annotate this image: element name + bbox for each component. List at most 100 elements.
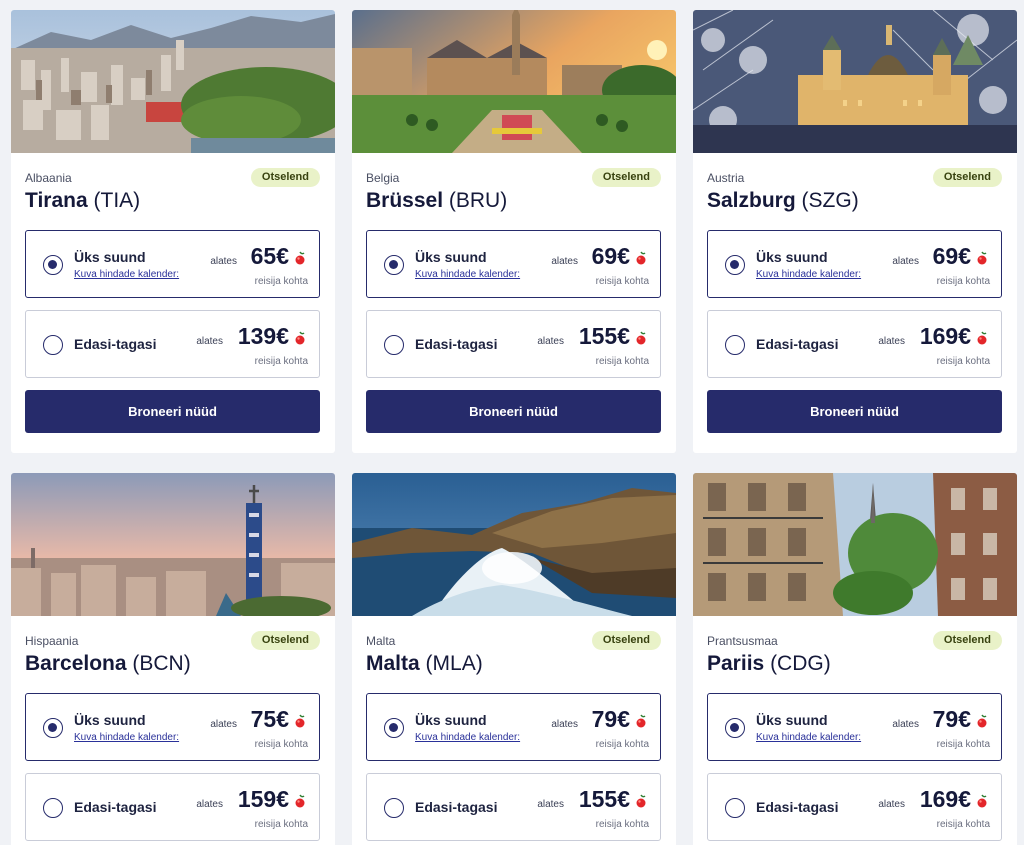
one-way-option[interactable]: Üks suund Kuva hindade kalender: alates … — [25, 693, 320, 761]
per-person-label: reisija kohta — [936, 356, 990, 367]
city-title: Brüssel (BRU) — [366, 189, 507, 213]
one-way-option[interactable]: Üks suund Kuva hindade kalender: alates … — [707, 693, 1002, 761]
book-now-button[interactable]: Broneeri nüüd — [707, 390, 1002, 433]
one-way-option[interactable]: Üks suund Kuva hindade kalender: alates … — [25, 230, 320, 298]
one-way-label: Üks suund — [74, 249, 146, 265]
cherry-icon — [636, 714, 646, 728]
radio-unselected[interactable] — [725, 335, 745, 355]
price-calendar-link[interactable]: Kuva hindade kalender: — [74, 732, 179, 743]
one-way-label: Üks suund — [415, 249, 487, 265]
round-trip-price: 155€ — [578, 323, 630, 349]
destination-photo — [352, 473, 676, 616]
airport-code: (CDG) — [770, 652, 831, 675]
round-trip-price: 159€ — [237, 786, 289, 812]
radio-selected[interactable] — [725, 255, 745, 275]
one-way-option[interactable]: Üks suund Kuva hindade kalender: alates … — [707, 230, 1002, 298]
direct-flight-badge: Otselend — [591, 168, 661, 187]
one-way-price: 75€ — [250, 706, 289, 732]
radio-unselected[interactable] — [43, 335, 63, 355]
from-label: alates — [196, 799, 223, 810]
round-trip-option[interactable]: Edasi-tagasi alates 169€ reisija kohta — [707, 310, 1002, 378]
round-trip-label: Edasi-tagasi — [756, 336, 839, 352]
per-person-label: reisija kohta — [595, 356, 649, 367]
one-way-label: Üks suund — [756, 249, 828, 265]
cherry-icon — [295, 794, 305, 808]
one-way-option[interactable]: Üks suund Kuva hindade kalender: alates … — [366, 693, 661, 761]
radio-unselected[interactable] — [43, 798, 63, 818]
round-trip-option[interactable]: Edasi-tagasi alates 159€ reisija kohta — [25, 773, 320, 841]
per-person-label: reisija kohta — [595, 739, 649, 750]
destination-card-malta: Malta Otselend Malta (MLA) Üks suund Kuv… — [352, 473, 676, 845]
cherry-icon — [977, 251, 987, 265]
per-person-label: reisija kohta — [936, 276, 990, 287]
city-title: Pariis (CDG) — [707, 652, 831, 676]
airport-code: (TIA) — [93, 189, 141, 212]
radio-selected[interactable] — [384, 255, 404, 275]
from-label: alates — [551, 256, 578, 267]
one-way-label: Üks suund — [756, 712, 828, 728]
country-label: Malta — [366, 634, 396, 648]
one-way-label: Üks suund — [415, 712, 487, 728]
city-title: Salzburg (SZG) — [707, 189, 859, 213]
city-title: Malta (MLA) — [366, 652, 483, 676]
airport-code: (MLA) — [425, 652, 483, 675]
price-calendar-link[interactable]: Kuva hindade kalender: — [415, 269, 520, 280]
round-trip-label: Edasi-tagasi — [74, 799, 157, 815]
cherry-icon — [977, 794, 987, 808]
round-trip-option[interactable]: Edasi-tagasi alates 155€ reisija kohta — [366, 310, 661, 378]
price-calendar-link[interactable]: Kuva hindade kalender: — [74, 269, 179, 280]
per-person-label: reisija kohta — [936, 819, 990, 830]
radio-selected[interactable] — [43, 255, 63, 275]
price-calendar-link[interactable]: Kuva hindade kalender: — [756, 269, 861, 280]
per-person-label: reisija kohta — [254, 356, 308, 367]
cherry-icon — [295, 714, 305, 728]
round-trip-price: 169€ — [919, 323, 971, 349]
book-now-button[interactable]: Broneeri nüüd — [366, 390, 661, 433]
city-name: Tirana — [25, 189, 88, 212]
country-label: Belgia — [366, 171, 400, 185]
radio-unselected[interactable] — [384, 335, 404, 355]
direct-flight-badge: Otselend — [591, 631, 661, 650]
round-trip-label: Edasi-tagasi — [415, 336, 498, 352]
direct-flight-badge: Otselend — [250, 168, 320, 187]
city-name: Pariis — [707, 652, 765, 675]
radio-unselected[interactable] — [725, 798, 745, 818]
city-title: Tirana (TIA) — [25, 189, 140, 213]
per-person-label: reisija kohta — [254, 819, 308, 830]
round-trip-option[interactable]: Edasi-tagasi alates 155€ reisija kohta — [366, 773, 661, 841]
one-way-price: 69€ — [591, 243, 630, 269]
per-person-label: reisija kohta — [595, 276, 649, 287]
country-label: Hispaania — [25, 634, 79, 648]
from-label: alates — [878, 336, 905, 347]
airport-code: (BCN) — [132, 652, 191, 675]
radio-unselected[interactable] — [384, 798, 404, 818]
destination-card-salzburg: Austria Otselend Salzburg (SZG) Üks suun… — [693, 10, 1017, 453]
destination-photo — [693, 10, 1017, 153]
destination-card-paris: Prantsusmaa Otselend Pariis (CDG) Üks su… — [693, 473, 1017, 845]
radio-selected[interactable] — [43, 718, 63, 738]
round-trip-option[interactable]: Edasi-tagasi alates 139€ reisija kohta — [25, 310, 320, 378]
radio-selected[interactable] — [384, 718, 404, 738]
cherry-icon — [636, 251, 646, 265]
book-now-button[interactable]: Broneeri nüüd — [25, 390, 320, 433]
price-calendar-link[interactable]: Kuva hindade kalender: — [756, 732, 861, 743]
from-label: alates — [878, 799, 905, 810]
one-way-option[interactable]: Üks suund Kuva hindade kalender: alates … — [366, 230, 661, 298]
price-calendar-link[interactable]: Kuva hindade kalender: — [415, 732, 520, 743]
airport-code: (BRU) — [448, 189, 508, 212]
destination-photo — [11, 473, 335, 616]
cherry-icon — [636, 794, 646, 808]
cherry-icon — [977, 331, 987, 345]
per-person-label: reisija kohta — [254, 739, 308, 750]
round-trip-label: Edasi-tagasi — [756, 799, 839, 815]
city-name: Brüssel — [366, 189, 444, 212]
round-trip-option[interactable]: Edasi-tagasi alates 169€ reisija kohta — [707, 773, 1002, 841]
radio-selected[interactable] — [725, 718, 745, 738]
cherry-icon — [295, 331, 305, 345]
destination-photo — [693, 473, 1017, 616]
destination-photo — [352, 10, 676, 153]
from-label: alates — [537, 799, 564, 810]
from-label: alates — [196, 336, 223, 347]
destinations-grid: Albaania Otselend Tirana (TIA) Üks suund… — [0, 0, 1024, 845]
airport-code: (SZG) — [801, 189, 859, 212]
